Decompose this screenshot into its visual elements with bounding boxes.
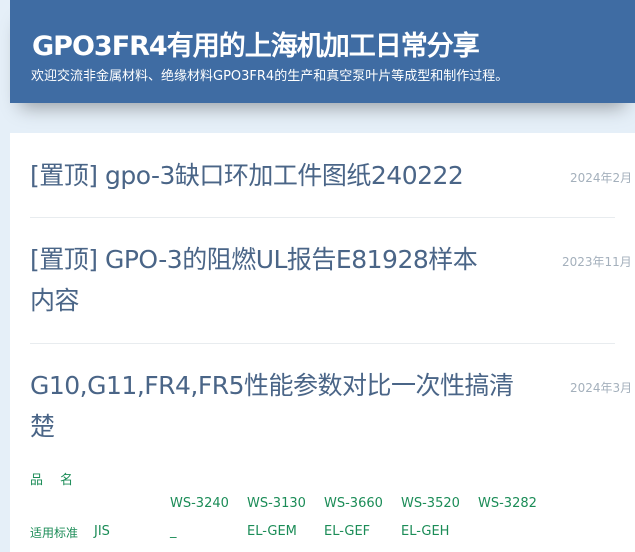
post-date: 2024年3月	[570, 381, 633, 395]
table-cell: WS-3240	[170, 496, 229, 511]
site-header: GPO3FR4有用的上海机加工日常分享 欢迎交流非金属材料、绝缘材料GPO3FR…	[10, 0, 635, 103]
post-title-line: [置顶] GPO-3的阻燃UL报告E81928样本	[30, 245, 478, 274]
table-cell: WS-3660	[324, 496, 383, 511]
post-title-link[interactable]: [置顶] GPO-3的阻燃UL报告E81928样本 内容	[30, 239, 478, 321]
standard-value: JIS	[94, 524, 110, 539]
post-item: [置顶] GPO-3的阻燃UL报告E81928样本 内容 2023年11月	[30, 239, 635, 323]
table-cell: WS-3520	[401, 496, 460, 511]
post-title-line: G10,G11,FR4,FR5性能参数对比一次性搞清	[30, 371, 514, 400]
site-description: 欢迎交流非金属材料、绝缘材料GPO3FR4的生产和真空泵叶片等成型和制作过程。	[31, 69, 509, 84]
post-list: [置顶] gpo-3缺口环加工件图纸240222 2024年2月 [置顶] GP…	[10, 133, 635, 552]
post-item: [置顶] gpo-3缺口环加工件图纸240222 2024年2月	[30, 155, 635, 199]
table-cell: WS-3282	[478, 496, 537, 511]
table-cell: EL-GEM	[247, 524, 297, 539]
standard-label: 适用标准	[30, 526, 79, 540]
table-cell: EL-GEH	[401, 524, 450, 539]
post-title-line: 楚	[30, 412, 55, 441]
table-cell: WS-3130	[247, 496, 306, 511]
post-item: G10,G11,FR4,FR5性能参数对比一次性搞清 楚 2024年3月	[30, 365, 635, 449]
divider	[30, 217, 615, 218]
post-title-line: 内容	[30, 286, 80, 315]
site-title[interactable]: GPO3FR4有用的上海机加工日常分享	[32, 24, 480, 63]
divider	[30, 343, 615, 344]
post-title-link[interactable]: [置顶] gpo-3缺口环加工件图纸240222	[30, 155, 464, 196]
table-cell: _	[170, 524, 177, 539]
post-date: 2024年2月	[570, 171, 633, 185]
post-date: 2023年11月	[562, 255, 632, 269]
product-name-label: 品 名	[30, 473, 76, 488]
post-title-link[interactable]: G10,G11,FR4,FR5性能参数对比一次性搞清 楚	[30, 365, 514, 447]
table-cell: EL-GEF	[324, 524, 371, 539]
